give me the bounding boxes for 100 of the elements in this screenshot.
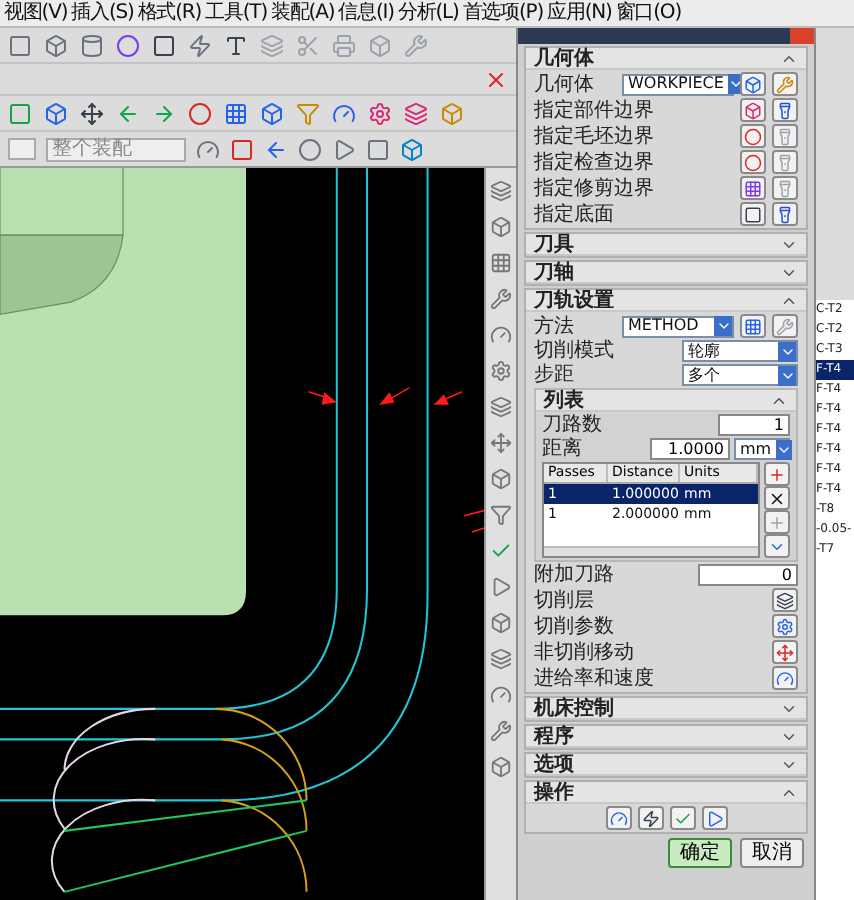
field-label: 步距 xyxy=(534,364,574,386)
dropdown[interactable]: 轮廓 xyxy=(682,340,798,362)
flashlight-icon xyxy=(776,101,794,119)
menu-item[interactable]: 装配(A) xyxy=(271,1,335,25)
tool-icon[interactable] xyxy=(490,360,512,382)
tool-icon[interactable] xyxy=(490,684,512,706)
gauge-icon xyxy=(609,809,627,827)
box-icon[interactable] xyxy=(440,101,464,125)
section-header[interactable]: 刀轴 xyxy=(526,262,806,284)
icon-button[interactable] xyxy=(637,806,663,830)
tool-icon[interactable] xyxy=(490,252,512,274)
arrow-right-icon[interactable] xyxy=(152,101,176,125)
gauge-icon[interactable] xyxy=(332,101,356,125)
tool-icon[interactable] xyxy=(490,612,512,634)
menu-item[interactable]: 格式(R) xyxy=(137,1,202,25)
flashlight-icon xyxy=(776,179,794,197)
layers-icon[interactable] xyxy=(404,101,428,125)
arrow-left-icon[interactable] xyxy=(116,101,140,125)
icon-button[interactable] xyxy=(772,588,798,612)
section-title: 刀轨设置 xyxy=(534,289,614,311)
circle-icon[interactable] xyxy=(298,137,322,161)
section-header[interactable]: 刀轨设置 xyxy=(526,290,806,312)
icon-button[interactable] xyxy=(772,202,798,226)
plus-icon xyxy=(768,513,786,531)
close-icon[interactable] xyxy=(484,67,508,91)
spline-icon[interactable] xyxy=(188,33,212,57)
field-label: 指定底面 xyxy=(534,203,614,225)
gauge-icon[interactable] xyxy=(196,137,220,161)
dialog-button[interactable]: 确定 xyxy=(668,838,732,868)
section-title: 选项 xyxy=(534,753,574,775)
dropdown-value: 多个 xyxy=(686,365,722,385)
menu-item[interactable]: 应用(N) xyxy=(547,1,612,25)
cube-icon[interactable] xyxy=(400,137,424,161)
dialog-button[interactable]: 取消 xyxy=(740,838,804,868)
dropdown[interactable]: mm xyxy=(734,438,790,460)
arrow-left-icon[interactable] xyxy=(264,137,288,161)
circle-icon[interactable] xyxy=(116,33,140,57)
circle-icon[interactable] xyxy=(188,101,212,125)
tool-icon[interactable] xyxy=(490,576,512,598)
grid-icon xyxy=(744,317,762,335)
select-icon[interactable] xyxy=(230,137,254,161)
move-icon[interactable] xyxy=(80,101,104,125)
menu-item[interactable]: 分析(L) xyxy=(397,1,459,25)
field-label: 方法 xyxy=(534,315,574,337)
section-title: 列表 xyxy=(544,389,584,411)
tool-icon[interactable] xyxy=(490,180,512,202)
dropdown[interactable]: 多个 xyxy=(682,364,798,386)
tool-icon[interactable] xyxy=(490,648,512,670)
input-field[interactable]: 1.0000 xyxy=(650,438,730,460)
menu-item[interactable]: 插入(S) xyxy=(71,1,134,25)
section-header[interactable]: 刀具 xyxy=(526,234,806,256)
menu-item[interactable]: 工具(T) xyxy=(205,1,267,25)
menu-item[interactable]: 视图(V) xyxy=(4,1,68,25)
tool-icon[interactable] xyxy=(490,216,512,238)
menu-item[interactable]: 窗口(O) xyxy=(615,1,682,25)
printer-icon[interactable] xyxy=(332,33,356,57)
cube-icon[interactable] xyxy=(44,101,68,125)
input-field[interactable]: 0 xyxy=(698,564,798,586)
play-icon[interactable] xyxy=(332,137,356,161)
tool-icon[interactable] xyxy=(490,720,512,742)
tool-icon[interactable] xyxy=(490,324,512,346)
tool-icon[interactable] xyxy=(490,396,512,418)
dropdown[interactable] xyxy=(8,138,36,160)
section-header[interactable]: 选项 xyxy=(526,754,806,776)
text-icon[interactable] xyxy=(224,33,248,57)
section-header[interactable]: 几何体 xyxy=(526,48,806,70)
icon-button[interactable] xyxy=(772,98,798,122)
solid-icon[interactable] xyxy=(368,33,392,57)
plus-icon xyxy=(768,465,786,483)
menu-item[interactable]: 首选项(P) xyxy=(462,1,544,25)
section-header[interactable]: 列表 xyxy=(536,390,796,412)
wrench-icon[interactable] xyxy=(404,33,428,57)
dropdown[interactable]: METHOD xyxy=(622,315,734,337)
tool-icon[interactable] xyxy=(490,540,512,562)
input-field[interactable]: 1 xyxy=(718,414,790,436)
cube-icon[interactable] xyxy=(44,33,68,57)
tool-icon[interactable] xyxy=(490,756,512,778)
cylinder-icon[interactable] xyxy=(80,33,104,57)
square-icon[interactable] xyxy=(8,33,32,57)
square-icon[interactable] xyxy=(8,101,32,125)
gear-icon[interactable] xyxy=(368,101,392,125)
icon-button[interactable] xyxy=(764,486,790,510)
funnel-icon[interactable] xyxy=(296,101,320,125)
field-label: 进给率和速度 xyxy=(534,667,654,689)
section-header[interactable]: 机床控制 xyxy=(526,698,806,720)
grid-icon[interactable] xyxy=(224,101,248,125)
tool-icon[interactable] xyxy=(490,288,512,310)
scrollbar[interactable] xyxy=(544,546,758,556)
icon-button[interactable] xyxy=(740,202,766,226)
menu-item[interactable]: 信息(I) xyxy=(338,1,394,25)
layers-icon[interactable] xyxy=(260,33,284,57)
cube-icon xyxy=(744,75,762,93)
section-header[interactable]: 程序 xyxy=(526,726,806,748)
square-icon[interactable] xyxy=(366,137,390,161)
tool-icon[interactable] xyxy=(490,468,512,490)
rectangle-icon[interactable] xyxy=(152,33,176,57)
trim-icon[interactable] xyxy=(296,33,320,57)
section-header[interactable]: 操作 xyxy=(526,782,806,804)
tool-icon[interactable] xyxy=(490,504,512,526)
tool-icon[interactable] xyxy=(490,432,512,454)
